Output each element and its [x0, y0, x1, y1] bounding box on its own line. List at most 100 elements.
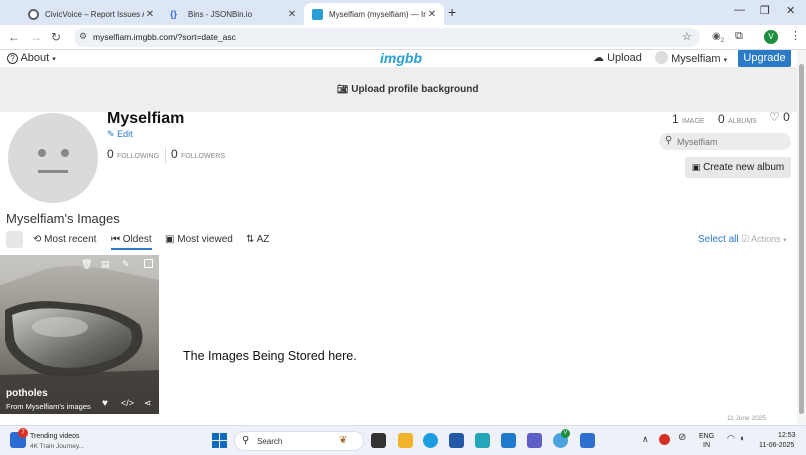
checkbox-icon: ☑ — [741, 234, 750, 244]
app-icon-2[interactable] — [580, 433, 595, 448]
tab-title: CivicVoice – Report Issues Anon — [45, 9, 144, 19]
delete-icon[interactable]: 🗑︎ — [81, 259, 92, 270]
share-icon[interactable]: ⋖ — [144, 398, 152, 409]
edit-profile-link[interactable]: ✎ Edit — [107, 129, 133, 140]
close-icon[interactable]: ✕ — [144, 9, 156, 20]
scrollbar-thumb[interactable] — [799, 64, 804, 414]
imgbb-logo[interactable]: imgbb — [380, 50, 422, 66]
image-title[interactable]: potholes — [6, 388, 48, 399]
taskbar-search[interactable]: ⚲ Search ❦ — [234, 431, 364, 451]
extension-icon[interactable]: ◉2 — [712, 31, 724, 44]
sort-az[interactable]: ⇅ AZ — [246, 234, 269, 245]
back-arrow-icon[interactable]: ← — [8, 30, 20, 44]
profile-avatar[interactable]: V — [764, 30, 778, 44]
image-count-label: IMAGE — [682, 118, 705, 125]
weather-subtitle[interactable]: 4K Train Journey... — [30, 443, 84, 450]
create-album-button[interactable]: ▣ Create new album — [685, 157, 791, 178]
following-stat[interactable]: 0 FOLLOWING — [107, 147, 159, 161]
followers-label: FOLLOWERS — [181, 153, 225, 160]
image-subtitle[interactable]: From Myselfiam's images — [6, 402, 91, 411]
chevron-down-icon: ▾ — [723, 57, 728, 64]
tray-app-icon[interactable] — [659, 434, 670, 445]
upgrade-button[interactable]: Upgrade — [738, 50, 791, 67]
upload-background-button[interactable]: 📷︎ Upload profile background — [337, 84, 478, 95]
reload-icon[interactable]: ↻ — [51, 30, 61, 44]
sort-label: AZ — [256, 234, 270, 245]
tab-jsonbin[interactable]: {} Bins - JSONBin.io ✕ — [162, 3, 304, 25]
menu-dots-icon[interactable]: ⋮ — [790, 29, 801, 42]
weather-title[interactable]: Trending videos — [30, 433, 80, 440]
tab-imgbb[interactable]: Myselfiam (myselfiam) — ImgBB ✕ — [304, 3, 444, 25]
wifi-icon[interactable]: ◠ — [727, 433, 735, 444]
close-icon[interactable]: ✕ — [426, 9, 438, 20]
language-bottom[interactable]: IN — [703, 442, 710, 449]
window-close-button[interactable]: ✕ — [786, 4, 795, 17]
sort-label: Most recent — [44, 234, 97, 245]
language-top[interactable]: ENG — [699, 433, 714, 440]
clock-date[interactable]: 11-06-2025 — [759, 442, 794, 449]
actions-menu[interactable]: ☑ Actions ▾ — [741, 234, 787, 245]
app-icon[interactable] — [475, 433, 490, 448]
about-menu[interactable]: ? About ▾ — [7, 52, 56, 64]
windows-start-icon[interactable] — [212, 433, 227, 448]
like-heart-icon[interactable]: ♥ — [102, 398, 108, 409]
teams-icon[interactable] — [527, 433, 542, 448]
new-tab-button[interactable]: + — [448, 4, 456, 20]
browser-tab-strip: CivicVoice – Report Issues Anon ✕ {} Bin… — [0, 0, 806, 25]
url-text[interactable]: myselfiam.imgbb.com/?sort=date_asc — [93, 32, 236, 42]
omnibox[interactable]: ⚙ myselfiam.imgbb.com/?sort=date_asc ☆ — [74, 28, 700, 47]
restore-button[interactable]: ❐ — [760, 4, 770, 17]
sort-oldest[interactable]: ⏮ Oldest — [111, 234, 152, 250]
forward-arrow-icon[interactable]: → — [30, 30, 42, 44]
select-checkbox[interactable] — [144, 259, 153, 268]
edge-icon[interactable] — [423, 433, 438, 448]
puzzle-icon[interactable]: ⧉ — [735, 30, 743, 43]
vscode-icon[interactable] — [501, 433, 516, 448]
backward-icon: ⏮ — [111, 234, 120, 245]
image-count: 1 — [672, 112, 679, 126]
globe-icon — [28, 8, 39, 20]
profile-search: ⚲ — [659, 133, 791, 150]
chevron-up-icon[interactable]: ∧ — [642, 434, 649, 445]
upload-button[interactable]: ☁ Upload — [593, 51, 642, 64]
minimize-button[interactable]: — — [734, 4, 745, 16]
sort-most-recent[interactable]: ⟲ Most recent — [33, 234, 96, 245]
image-card[interactable]: 🗑︎ ▤ ✎ potholes From Myselfiam's images … — [0, 255, 159, 414]
followers-stat[interactable]: 0 FOLLOWERS — [171, 147, 225, 161]
chrome-profile-badge: V — [561, 429, 570, 438]
store-icon[interactable] — [449, 433, 464, 448]
avatar-eye-right — [61, 149, 69, 157]
chrome-icon[interactable]: V — [553, 429, 570, 448]
tab-civicvoice[interactable]: CivicVoice – Report Issues Anon ✕ — [20, 3, 162, 25]
select-all-button[interactable]: Select all — [698, 234, 739, 245]
avatar-eye-left — [38, 149, 46, 157]
chevron-down-icon: ▾ — [52, 56, 56, 63]
likes-stat[interactable]: ♡ 0 — [769, 110, 790, 124]
user-menu[interactable]: Myselfiam ▾ — [655, 51, 727, 65]
file-explorer-icon[interactable] — [398, 433, 413, 448]
camera-off-icon[interactable]: ⊘ — [678, 432, 686, 443]
bookmark-star-icon[interactable]: ☆ — [682, 30, 692, 43]
sort-bar: ⟲ Most recent ⏮ Oldest ▣ Most viewed ⇅ A… — [0, 229, 797, 253]
volume-icon[interactable]: ◖ — [739, 433, 744, 443]
page-scrollbar[interactable] — [797, 50, 806, 425]
curly-braces-icon: {} — [170, 8, 178, 19]
search-icon: ⚲ — [242, 435, 250, 446]
sort-most-viewed[interactable]: ▣ Most viewed — [165, 234, 233, 245]
image-count-stat[interactable]: 1 IMAGE — [672, 112, 705, 126]
album-icon: ▣ — [691, 162, 701, 172]
profile-search-input[interactable] — [677, 135, 785, 148]
taskbar-search-label: Search — [257, 437, 283, 446]
edit-image-icon[interactable]: ✎ — [122, 259, 130, 270]
weather-widget-icon[interactable]: 7 — [10, 428, 28, 448]
album-count-stat[interactable]: 0 ALBUMS — [718, 112, 757, 126]
embed-code-icon[interactable]: </> — [121, 398, 134, 408]
task-view-icon[interactable] — [371, 433, 386, 448]
move-to-album-icon[interactable]: ▤ — [101, 259, 110, 270]
imgbb-favicon-icon — [312, 8, 323, 20]
close-icon[interactable]: ✕ — [286, 9, 298, 20]
clock-time[interactable]: 12:53 — [778, 432, 796, 439]
site-settings-icon[interactable]: ⚙ — [79, 31, 87, 42]
profile-background-banner: 📷︎ Upload profile background — [0, 67, 797, 112]
album-count: 0 — [718, 112, 725, 126]
